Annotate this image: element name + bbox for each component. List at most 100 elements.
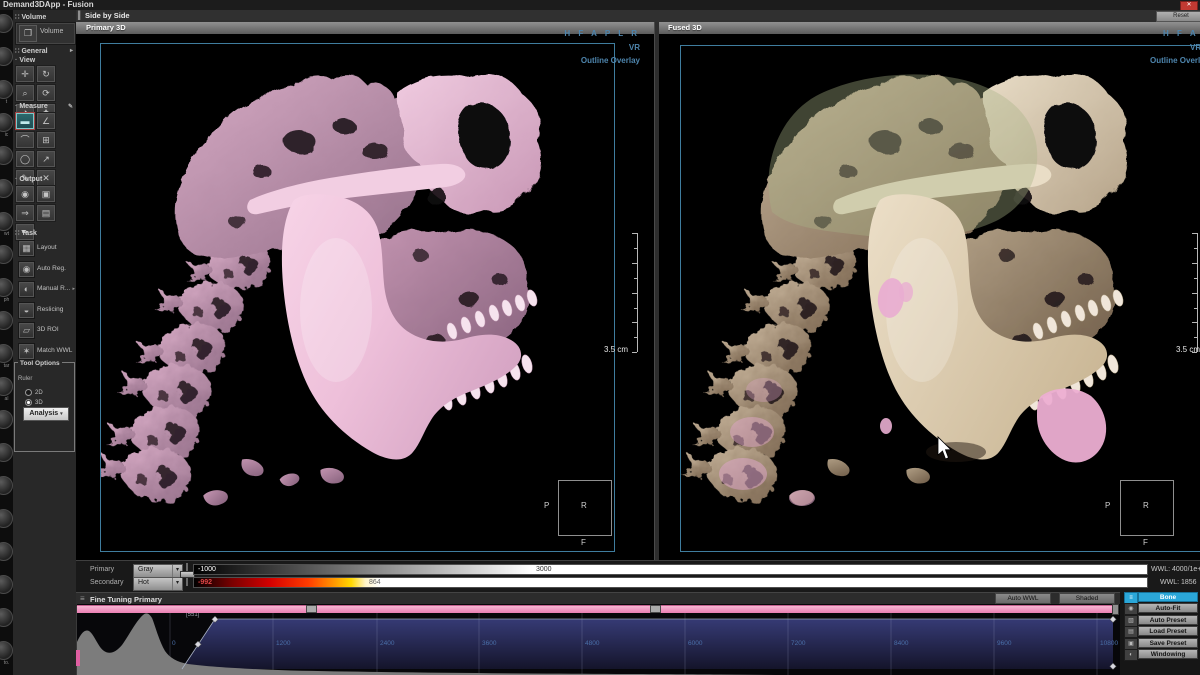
range-bar-handle[interactable] [306, 605, 317, 613]
strip-tool-10[interactable]: tar [0, 344, 13, 376]
task-auto-reg[interactable]: ◉Auto Reg. [15, 260, 75, 279]
histogram-left-handle[interactable] [76, 650, 80, 666]
strip-tool-0[interactable] [0, 14, 13, 46]
load-preset-button[interactable]: ▤Load Preset [1124, 626, 1200, 636]
pane-divider[interactable] [654, 22, 659, 560]
strip-tool-2[interactable]: t [0, 80, 13, 112]
strip-tool-13[interactable] [0, 443, 13, 475]
tool-icon [0, 641, 13, 660]
auto-preset-button-label[interactable]: Auto Preset [1138, 615, 1198, 625]
strip-tool-9[interactable] [0, 311, 13, 343]
arc-icon[interactable]: ⌒ [15, 131, 35, 149]
rotate-icon[interactable]: ↻ [36, 65, 56, 83]
tool-label: ph [0, 297, 13, 303]
ruler-tick [634, 248, 637, 249]
zoom-icon[interactable]: ⌕ [15, 84, 35, 102]
ruler-radio-2d[interactable]: 2D [25, 389, 43, 398]
pan-icon[interactable]: ✛ [15, 65, 35, 83]
preset-bone-label[interactable]: Bone [1138, 592, 1198, 602]
shaded-button[interactable]: Shaded [1059, 593, 1115, 604]
orientation-letter-p: P [544, 501, 549, 510]
measure-tools-icon: ✎ [68, 103, 73, 110]
strip-tool-18[interactable] [0, 608, 13, 640]
orientation-letters: H F A P L R [564, 29, 640, 38]
layout-mode-title: Side by Side [85, 11, 130, 20]
radio-label: 2D [35, 390, 43, 396]
bidirectional-icon[interactable]: ⊞ [36, 131, 56, 149]
arrow-annotation-icon[interactable]: ↗ [36, 150, 56, 168]
bidirectional-icon: ⊞ [42, 135, 50, 145]
histogram-tick-label: 4800 [585, 640, 600, 647]
strip-tool-8[interactable]: ph [0, 278, 13, 310]
windowing-button[interactable]: ◐Windowing [1124, 649, 1200, 659]
volume-button[interactable]: ❐ Volume [15, 22, 76, 45]
strip-tool-12[interactable] [0, 410, 13, 442]
task-match-wwl[interactable]: ✶Match WWL [15, 342, 75, 361]
range-bar-end-handle[interactable] [1112, 604, 1119, 615]
expand-arrow-icon[interactable]: ▸ [70, 47, 73, 54]
strip-tool-1[interactable] [0, 47, 13, 79]
load-preset-button-icon[interactable]: ▤ [1124, 626, 1138, 638]
tool-icon [0, 344, 13, 363]
strip-tool-5[interactable] [0, 179, 13, 211]
load-preset-button-label[interactable]: Load Preset [1138, 626, 1198, 636]
strip-tool-4[interactable] [0, 146, 13, 178]
strip-tool-14[interactable] [0, 476, 13, 508]
tool-icon [0, 146, 13, 165]
strip-tool-15[interactable] [0, 509, 13, 541]
strip-tool-17[interactable] [0, 575, 13, 607]
ruler-tick [632, 293, 637, 294]
strip-tool-16[interactable] [0, 542, 13, 574]
ruler-tick [632, 322, 637, 323]
preset-bone-icon[interactable]: ≡ [1124, 592, 1138, 604]
arrow-annotation-icon: ↗ [42, 154, 50, 164]
ruler-tick [632, 263, 637, 264]
save-preset-button-label[interactable]: Save Preset [1138, 638, 1198, 648]
strip-tool-3[interactable]: ic [0, 113, 13, 145]
orbit-icon: ⟳ [42, 88, 50, 98]
primary-colormap-select[interactable]: Gray ▾ [133, 564, 183, 578]
snapshot-icon[interactable]: ◉ [15, 185, 35, 203]
auto-fit-button-label[interactable]: Auto-Fit [1138, 603, 1198, 613]
strip-tool-19[interactable]: to. [0, 641, 13, 673]
auto-fit-button-icon[interactable]: ◉ [1124, 603, 1138, 615]
range-bar-handle[interactable] [650, 605, 661, 613]
ruler-tick [1192, 322, 1197, 323]
strip-tool-7[interactable] [0, 245, 13, 277]
general-section-header[interactable]: ∷General ▸ [15, 47, 73, 55]
auto-fit-button[interactable]: ◉Auto-Fit [1124, 603, 1200, 613]
auto-preset-button-icon[interactable]: ▧ [1124, 615, 1138, 627]
scale-label: 3.5 cm [1176, 345, 1200, 354]
save-preset-button-icon[interactable]: ▣ [1124, 638, 1138, 650]
tool-options-title: Tool Options [18, 360, 62, 367]
window-region[interactable] [182, 619, 1113, 669]
strip-tool-11[interactable]: al [0, 377, 13, 409]
analysis-button[interactable]: Analysis ▾ [23, 407, 69, 421]
task-layout[interactable]: ▦Layout [15, 239, 75, 258]
windowing-button-icon[interactable]: ◐ [1124, 649, 1138, 661]
export-icon[interactable]: ⇒ [15, 204, 35, 222]
auto-preset-button[interactable]: ▧Auto Preset [1124, 615, 1200, 625]
fine-tuning-range-bar[interactable] [77, 605, 1118, 613]
task-3d-roi[interactable]: ▱3D ROI [15, 321, 75, 340]
strip-tool-6[interactable]: wt [0, 212, 13, 244]
save-preset-button[interactable]: ▣Save Preset [1124, 638, 1200, 648]
task-reslicing[interactable]: ◒Reslicing [15, 301, 75, 320]
reset-button[interactable]: Reset [1156, 11, 1200, 22]
ellipse-icon[interactable]: ◯ [15, 150, 35, 168]
primary-gradient-bar[interactable]: -1000 3000 [193, 564, 1148, 575]
ruler-icon[interactable]: ▬ [15, 112, 35, 130]
orbit-icon[interactable]: ⟳ [36, 84, 56, 102]
histogram-panel[interactable]: [551] 0120024003600480060007200840096001… [76, 604, 1120, 675]
angle-icon[interactable]: ∠ [36, 112, 56, 130]
preset-bone[interactable]: ≡Bone [1124, 592, 1200, 602]
windowing-button-label[interactable]: Windowing [1138, 649, 1198, 659]
secondary-gradient-bar[interactable]: -992 864 [193, 577, 1148, 588]
secondary-colormap-select[interactable]: Hot ▾ [133, 577, 183, 591]
auto-wwl-button[interactable]: Auto WWL [995, 593, 1051, 604]
task-manual-reg[interactable]: ◐Manual R...▸ [15, 280, 75, 299]
task-manual-reg-icon: ◐ [18, 281, 35, 298]
print-icon[interactable]: ▤ [36, 204, 56, 222]
frame-icon[interactable]: ▣ [36, 185, 56, 203]
radio-icon [25, 389, 32, 396]
